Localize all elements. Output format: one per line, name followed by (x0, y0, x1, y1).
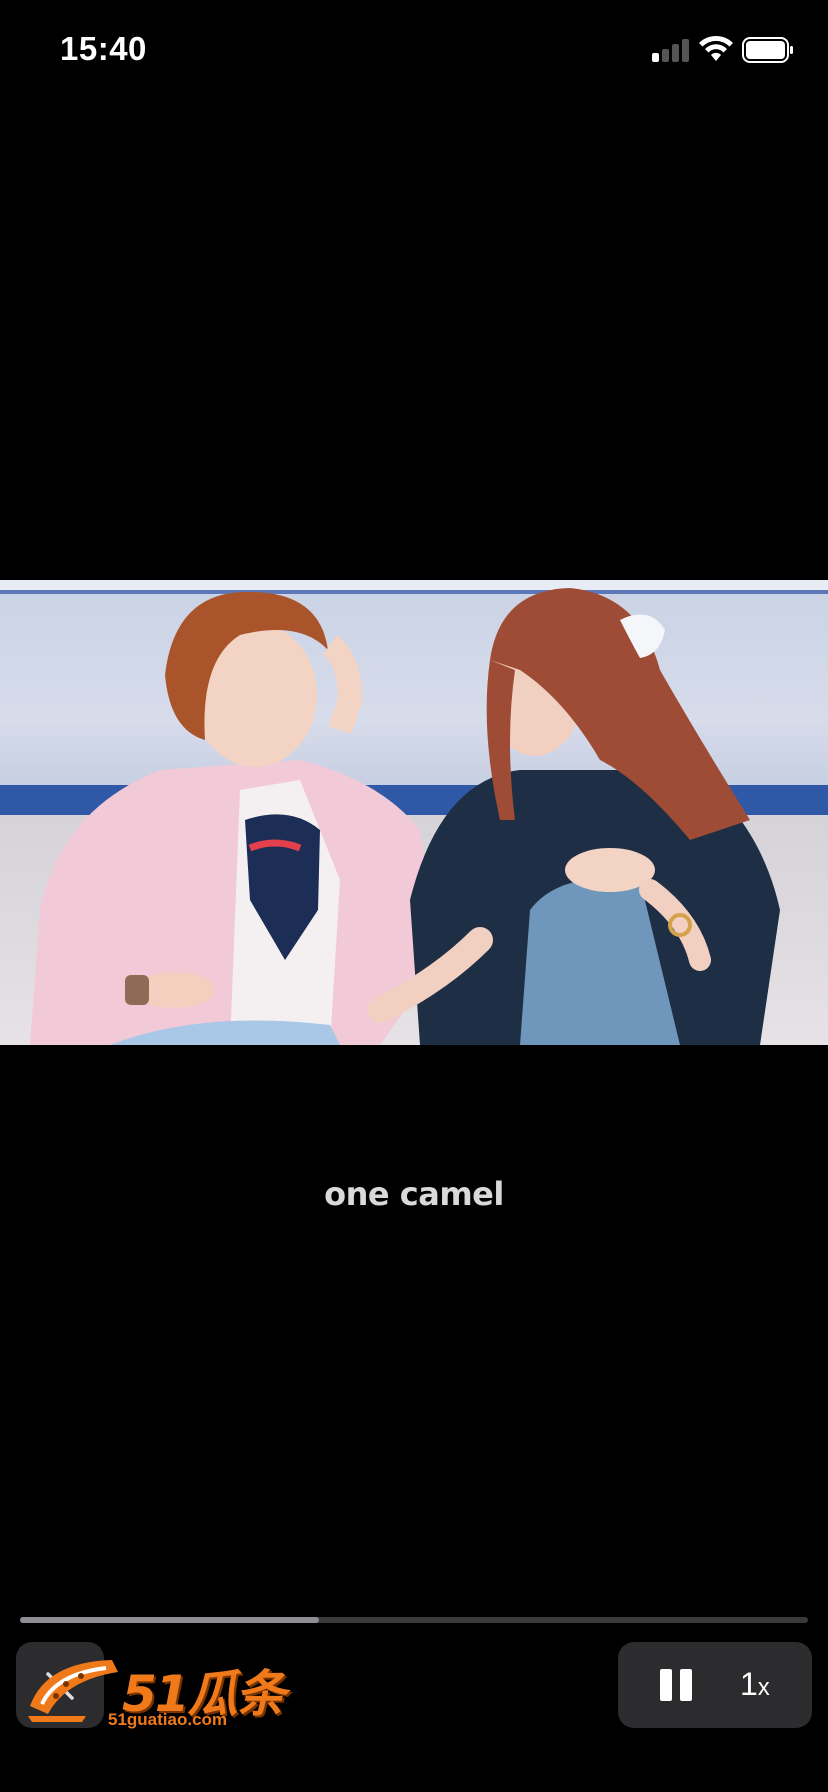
wifi-icon (699, 35, 733, 61)
playback-controls: 1x (618, 1642, 812, 1728)
video-frame[interactable] (0, 580, 828, 1045)
video-subtitle: one camel (324, 1175, 504, 1213)
status-bar: 15:40 (0, 0, 828, 100)
speed-value: 1 (740, 1666, 758, 1702)
watermark-url: 51guatiao.com (108, 1710, 228, 1729)
pause-button[interactable] (660, 1669, 694, 1701)
cellular-signal-icon (652, 38, 690, 62)
playback-speed-button[interactable]: 1x (740, 1666, 770, 1703)
pause-icon-bar-left (660, 1669, 672, 1701)
progress-scrubber[interactable] (20, 1617, 808, 1623)
video-scene (30, 588, 780, 1045)
progress-fill (20, 1617, 320, 1623)
watermark-logo: 51瓜条 51guatiao.com (26, 1654, 286, 1734)
speed-suffix: x (757, 1674, 770, 1701)
battery-icon (742, 37, 793, 63)
pause-icon-bar-right (680, 1669, 692, 1701)
status-time: 15:40 (60, 30, 147, 67)
